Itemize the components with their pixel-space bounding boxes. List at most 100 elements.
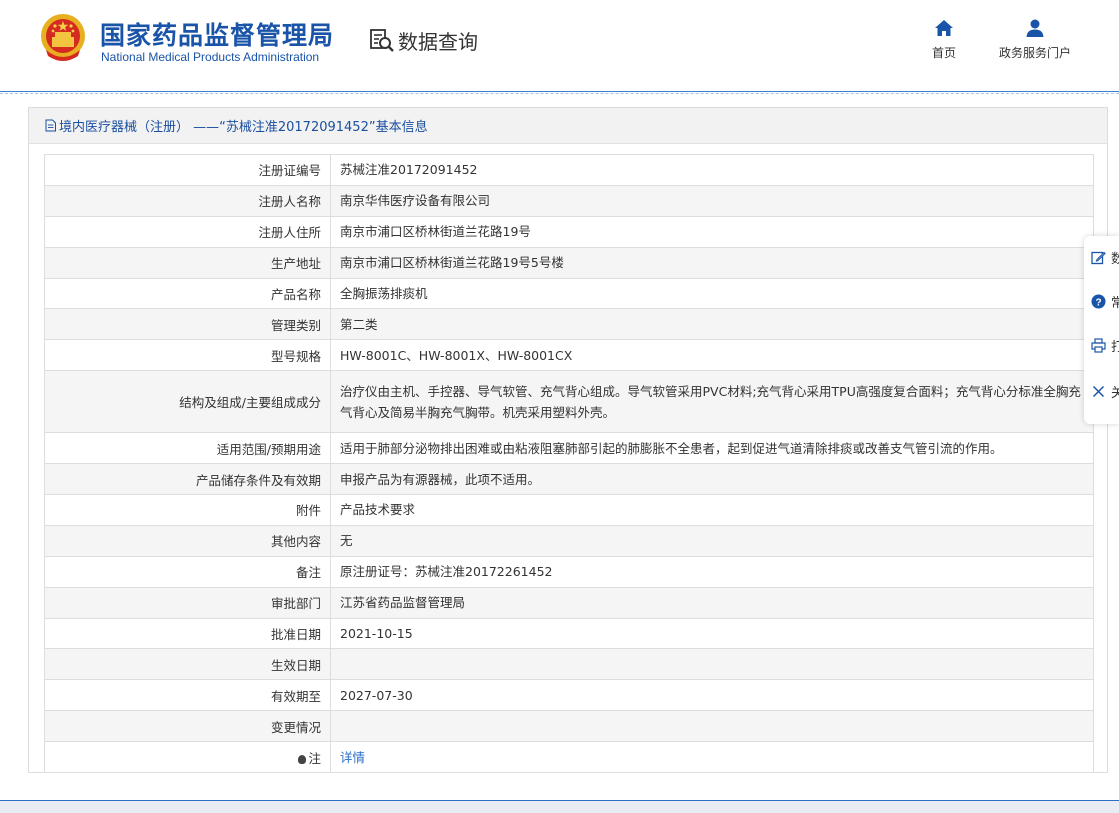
field-label-text: 生效日期 bbox=[270, 657, 321, 673]
question-icon: ? bbox=[1091, 294, 1106, 308]
field-label: 型号规格 bbox=[44, 339, 331, 372]
sidebar-item-print[interactable]: 打 bbox=[1091, 335, 1119, 355]
sidebar-item-faq[interactable]: ? 常 bbox=[1091, 291, 1119, 311]
field-label: 管理类别 bbox=[44, 308, 331, 341]
nav-home[interactable]: 首页 bbox=[924, 18, 964, 61]
field-label-text: 其他内容 bbox=[270, 534, 321, 550]
national-emblem-icon bbox=[41, 14, 85, 61]
table-row: 生产地址 南京市浦口区桥林街道兰花路19号5号楼 bbox=[44, 246, 1094, 279]
field-value: 适用于肺部分泌物排出困难或由粘液阻塞肺部引起的肺膨胀不全患者，起到促进气道清除排… bbox=[330, 432, 1094, 465]
field-value: 南京华伟医疗设备有限公司 bbox=[330, 184, 1094, 217]
field-value-text: HW-8001C、HW-8001X、HW-8001CX bbox=[340, 347, 573, 363]
field-value: 南京市浦口区桥林街道兰花路19号 bbox=[330, 215, 1094, 248]
info-panel: 境内医疗器械（注册） ——“苏械注准20172091452”基本信息 注册证编号… bbox=[28, 107, 1108, 774]
field-label-text: 产品名称 bbox=[270, 287, 321, 302]
sidebar-label-faq: 常 bbox=[1111, 295, 1119, 311]
field-label: 产品名称 bbox=[44, 277, 331, 310]
field-value: 无 bbox=[330, 524, 1094, 557]
field-label-text: 产品储存条件及有效期 bbox=[195, 472, 321, 488]
field-label: 注册人住所 bbox=[44, 215, 331, 248]
field-label: 备注 bbox=[44, 555, 331, 588]
field-value-text: 第二类 bbox=[340, 316, 378, 332]
data-query-link[interactable]: 数据查询 bbox=[369, 26, 478, 54]
field-label-text: 注册证编号 bbox=[258, 163, 321, 179]
site-footer bbox=[0, 801, 1119, 813]
document-search-icon bbox=[370, 29, 394, 52]
field-label: 适用范围/预期用途 bbox=[44, 432, 331, 465]
registration-info-table: 注册证编号 苏械注准20172091452 注册人名称 南京华伟医疗设备有限公司 注册人… bbox=[44, 154, 1094, 774]
field-value: 江苏省药品监督管理局 bbox=[330, 586, 1094, 619]
table-row: 注 详情 bbox=[44, 741, 1094, 774]
site-header: 国家药品监督管理局 National Medical Products Admi… bbox=[0, 0, 1119, 92]
site-subtitle: National Medical Products Administration bbox=[101, 50, 320, 64]
site-title: 国家药品监督管理局 bbox=[100, 21, 335, 50]
field-label-text: 注册人住所 bbox=[258, 225, 321, 241]
table-row: 注册人名称 南京华伟医疗设备有限公司 bbox=[44, 184, 1094, 217]
field-value-text: 治疗仪由主机、手控器、导气软管、充气背心组成。导气软管采用PVC材料;充气背心采… bbox=[340, 383, 1081, 420]
table-row: 型号规格 HW-8001C、HW-8001X、HW-8001CX bbox=[44, 339, 1094, 372]
details-link[interactable]: 详情 bbox=[340, 750, 365, 765]
field-value-text: 无 bbox=[340, 533, 353, 549]
field-label: 审批部门 bbox=[44, 586, 331, 619]
field-value: 申报产品为有源器械，此项不适用。 bbox=[330, 463, 1094, 496]
table-row: 产品名称 全胸振荡排痰机 bbox=[44, 277, 1094, 310]
field-value: 全胸振荡排痰机 bbox=[330, 277, 1094, 310]
field-value-text: 全胸振荡排痰机 bbox=[340, 286, 428, 301]
field-label-text: 备注 bbox=[295, 565, 321, 581]
data-query-label: 数据查询 bbox=[398, 29, 478, 54]
field-label-text: 附件 bbox=[295, 503, 321, 519]
field-value-text: 2021-10-15 bbox=[340, 626, 413, 642]
field-label: 有效期至 bbox=[44, 679, 331, 712]
field-value-text: 申报产品为有源器械，此项不适用。 bbox=[340, 471, 541, 487]
table-row: 注册人住所 南京市浦口区桥林街道兰花路19号 bbox=[44, 215, 1094, 248]
table-row: 注册证编号 苏械注准20172091452 bbox=[44, 154, 1094, 186]
field-value-text: 2027-07-30 bbox=[340, 687, 413, 703]
field-value-text: 南京华伟医疗设备有限公司 bbox=[340, 193, 491, 209]
field-label-text: 审批部门 bbox=[270, 596, 321, 612]
table-row: 审批部门 江苏省药品监督管理局 bbox=[44, 586, 1094, 619]
table-row: 批准日期 2021-10-15 bbox=[44, 617, 1094, 650]
svg-text:?: ? bbox=[1095, 297, 1101, 308]
field-label: 其他内容 bbox=[44, 524, 331, 557]
nav-service-portal[interactable]: 政务服务门户 bbox=[990, 18, 1080, 61]
field-label-text: 变更情况 bbox=[270, 719, 321, 735]
field-label: 结构及组成/主要组成成分 bbox=[44, 370, 331, 434]
sidebar-item-data[interactable]: 数 bbox=[1091, 247, 1119, 267]
header-divider-dashed bbox=[0, 93, 1119, 94]
panel-header: 境内医疗器械（注册） ——“苏械注准20172091452”基本信息 bbox=[29, 108, 1107, 144]
field-value: 苏械注准20172091452 bbox=[330, 154, 1094, 186]
table-row: 变更情况 bbox=[44, 710, 1094, 743]
field-value: HW-8001C、HW-8001X、HW-8001CX bbox=[330, 339, 1094, 372]
table-row: 其他内容 无 bbox=[44, 524, 1094, 557]
panel-title: 境内医疗器械（注册） ——“苏械注准20172091452”基本信息 bbox=[59, 120, 428, 135]
field-label: 批准日期 bbox=[44, 617, 331, 650]
field-label: 注册人名称 bbox=[44, 184, 331, 217]
field-label: 生效日期 bbox=[44, 648, 331, 681]
table-row: 产品储存条件及有效期 申报产品为有源器械，此项不适用。 bbox=[44, 463, 1094, 496]
user-icon bbox=[1026, 19, 1044, 37]
field-value: 原注册证号：苏械注准20172261452 bbox=[330, 555, 1094, 588]
table-row: 备注 原注册证号：苏械注准20172261452 bbox=[44, 555, 1094, 588]
field-label-text: 管理类别 bbox=[270, 317, 321, 333]
field-label-text: 注册人名称 bbox=[258, 194, 321, 210]
field-value-text: 苏械注准20172091452 bbox=[340, 162, 478, 178]
lightbulb-icon bbox=[298, 754, 307, 764]
nav-portal-label: 政务服务门户 bbox=[998, 46, 1071, 60]
field-value: 详情 bbox=[330, 741, 1094, 774]
sidebar-item-close[interactable]: 关 bbox=[1091, 381, 1119, 401]
table-row: 生效日期 bbox=[44, 648, 1094, 681]
field-label-text: 批准日期 bbox=[270, 627, 321, 643]
header-divider bbox=[0, 91, 1119, 92]
edit-icon bbox=[1091, 251, 1106, 264]
field-label: 产品储存条件及有效期 bbox=[44, 463, 331, 496]
print-icon bbox=[1091, 337, 1106, 353]
field-label-text: 适用范围/预期用途 bbox=[216, 441, 321, 457]
field-value-text: 原注册证号：苏械注准20172261452 bbox=[340, 564, 553, 580]
field-value-text: 产品技术要求 bbox=[340, 502, 416, 518]
field-value bbox=[330, 710, 1094, 743]
sidebar-label-print: 打 bbox=[1111, 339, 1119, 355]
home-icon bbox=[935, 20, 953, 36]
document-icon bbox=[45, 119, 56, 132]
sidebar-label-close: 关 bbox=[1111, 385, 1119, 401]
close-icon bbox=[1092, 385, 1105, 397]
